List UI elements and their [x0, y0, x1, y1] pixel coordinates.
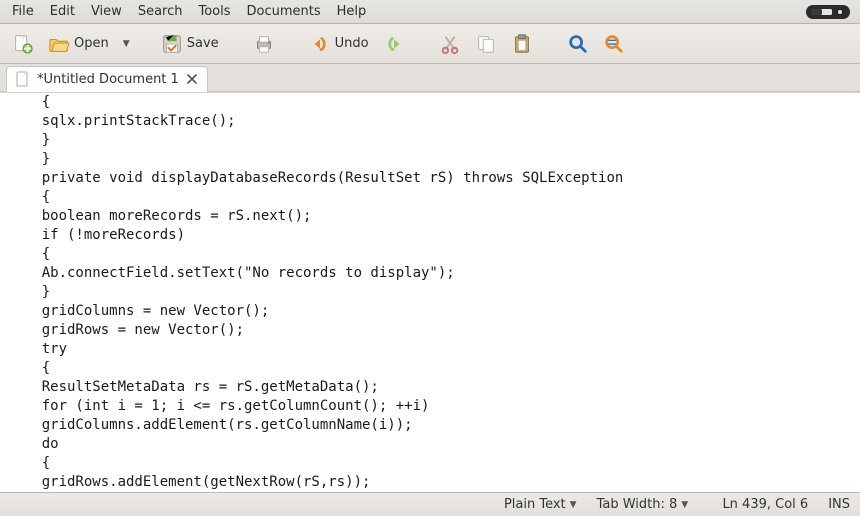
- print-button[interactable]: [249, 30, 279, 58]
- cut-button[interactable]: [435, 30, 465, 58]
- menu-help[interactable]: Help: [329, 2, 375, 21]
- editor-area[interactable]: { sqlx.printStackTrace(); } } private vo…: [0, 92, 860, 492]
- document-icon: [15, 71, 31, 87]
- status-insert-mode[interactable]: INS: [818, 497, 860, 512]
- find-button[interactable]: [563, 30, 593, 58]
- chevron-down-icon: ▼: [570, 500, 577, 510]
- copy-button[interactable]: [471, 30, 501, 58]
- status-syntax-label: Plain Text: [504, 497, 566, 512]
- paste-button[interactable]: [507, 30, 537, 58]
- undo-label: Undo: [335, 36, 369, 51]
- menu-file[interactable]: File: [4, 2, 42, 21]
- menu-view[interactable]: View: [83, 2, 130, 21]
- save-button[interactable]: Save: [157, 30, 223, 58]
- window-tray-icon: [806, 5, 850, 19]
- chevron-down-icon: ▼: [123, 39, 130, 49]
- menu-tools[interactable]: Tools: [190, 2, 238, 21]
- open-label: Open: [74, 36, 109, 51]
- menu-documents[interactable]: Documents: [239, 2, 329, 21]
- tab-close-button[interactable]: [185, 72, 199, 86]
- tabbar: *Untitled Document 1: [0, 64, 860, 92]
- chevron-down-icon: ▼: [681, 500, 688, 510]
- source-code[interactable]: { sqlx.printStackTrace(); } } private vo…: [0, 93, 860, 492]
- status-insert-label: INS: [828, 497, 850, 512]
- menu-edit[interactable]: Edit: [42, 2, 83, 21]
- open-recent-dropdown[interactable]: ▼: [119, 30, 131, 58]
- menubar: File Edit View Search Tools Documents He…: [0, 0, 860, 24]
- status-cursor-position: Ln 439, Col 6: [698, 497, 818, 512]
- toolbar: Open ▼ Save Undo: [0, 24, 860, 64]
- find-replace-button[interactable]: [599, 30, 629, 58]
- new-file-button[interactable]: [8, 30, 38, 58]
- status-tab-width[interactable]: Tab Width: 8 ▼: [587, 497, 699, 512]
- document-tab[interactable]: *Untitled Document 1: [6, 66, 208, 92]
- status-syntax-mode[interactable]: Plain Text ▼: [494, 497, 587, 512]
- statusbar: Plain Text ▼ Tab Width: 8 ▼ Ln 439, Col …: [0, 492, 860, 516]
- open-file-button[interactable]: Open: [44, 30, 113, 58]
- menu-search[interactable]: Search: [130, 2, 191, 21]
- status-position-label: Ln 439, Col 6: [722, 497, 808, 512]
- tab-label: *Untitled Document 1: [37, 72, 179, 87]
- undo-button[interactable]: Undo: [305, 30, 373, 58]
- save-label: Save: [187, 36, 219, 51]
- status-tabwidth-label: Tab Width: 8: [597, 497, 678, 512]
- redo-button[interactable]: [379, 30, 409, 58]
